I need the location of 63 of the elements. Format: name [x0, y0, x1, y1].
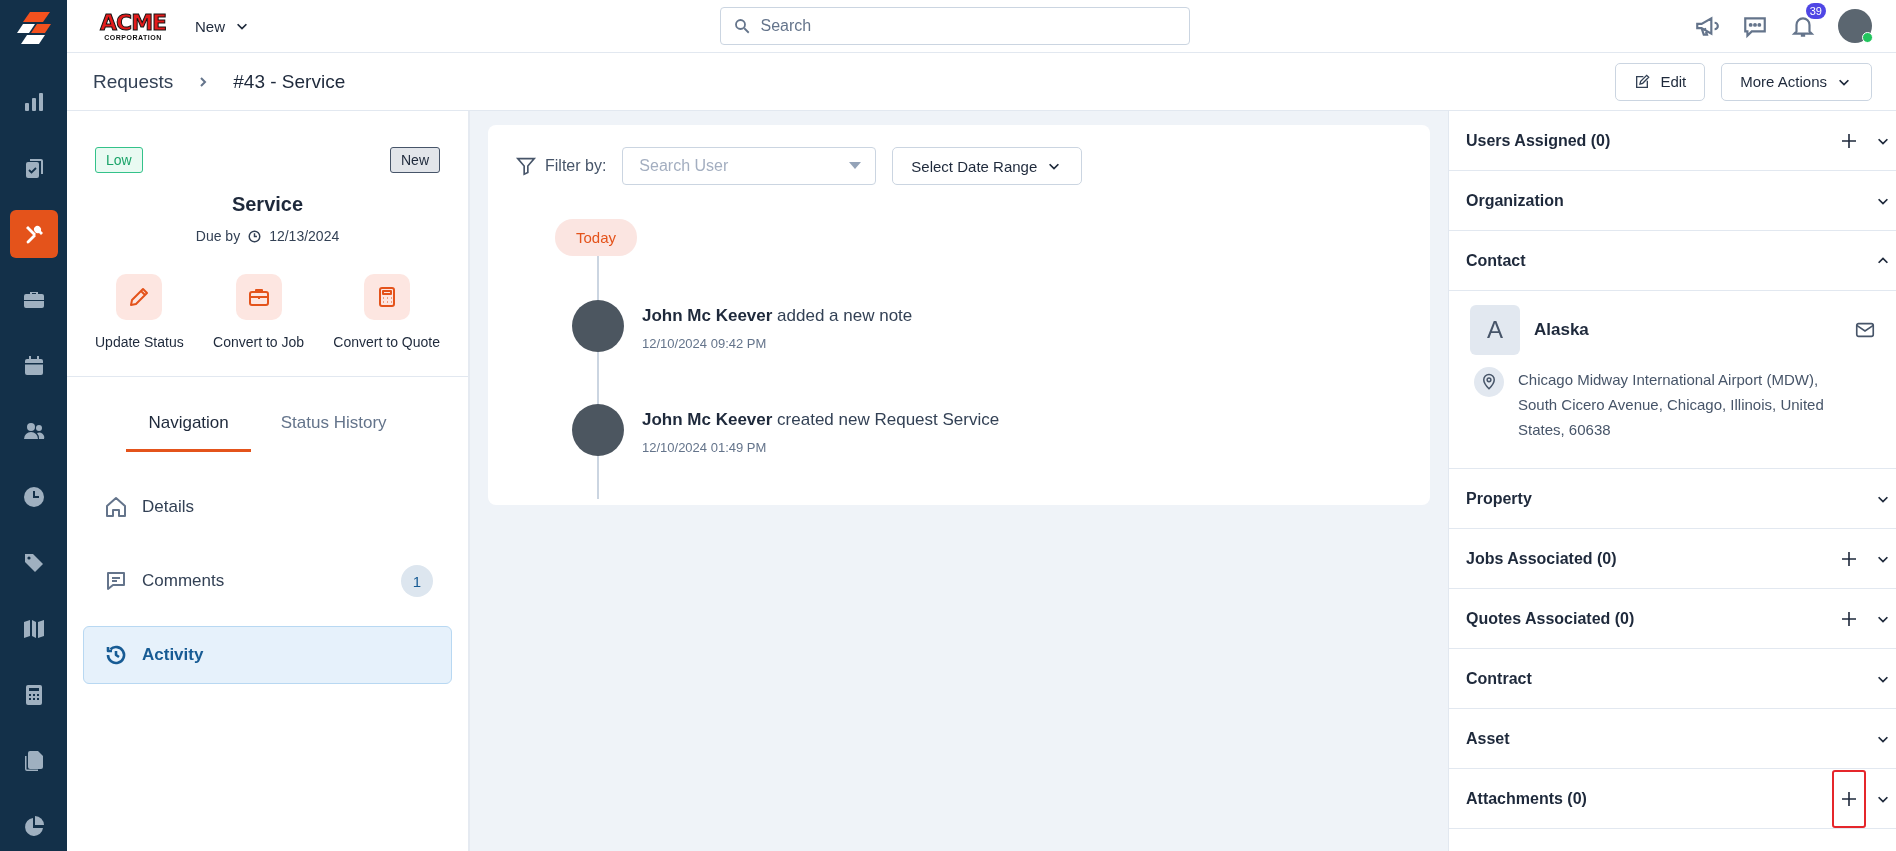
contact-initial-avatar: A — [1470, 305, 1520, 355]
panel-header[interactable]: Organization — [1449, 171, 1896, 231]
activity-text: John Mc Keever created new Request Service — [642, 410, 1000, 430]
filter-label: Filter by: — [545, 157, 607, 175]
navigation-label: Activity — [142, 645, 204, 665]
filter-icon — [515, 155, 537, 177]
panel-header[interactable]: Asset — [1449, 709, 1896, 769]
contact-name: Alaska — [1534, 320, 1590, 340]
navigation-item[interactable]: Comments 1 — [83, 552, 452, 610]
location-pin-icon — [1480, 373, 1498, 391]
tab[interactable]: Status History — [258, 413, 409, 452]
activity-time: 12/10/2024 09:42 PM — [642, 336, 768, 351]
due-label: Due by — [195, 228, 241, 244]
plus-icon — [1841, 132, 1857, 149]
avatar-placeholder — [572, 300, 624, 352]
history-icon — [104, 643, 128, 667]
plus-icon — [1841, 790, 1857, 807]
breadcrumb-link[interactable]: Requests — [93, 70, 174, 93]
clock-icon — [21, 485, 46, 510]
avatar-placeholder — [572, 404, 624, 456]
search-icon — [732, 17, 751, 35]
due-date: 12/13/2024 — [269, 228, 340, 244]
contact-address: Chicago Midway International Airport (MDW), South Cicero Avenue, Chicago, Illinois, United States, 60638 — [1518, 370, 1825, 440]
status-tag: New — [390, 147, 440, 173]
quick-action-button[interactable]: Convert to Job — [213, 274, 305, 350]
clock-icon — [248, 229, 262, 243]
count-badge: 1 — [401, 565, 433, 597]
user-avatar[interactable] — [1838, 9, 1872, 43]
quick-action-button[interactable]: Update Status — [95, 274, 184, 350]
search-field[interactable]: Search — [719, 7, 1190, 45]
panel-header[interactable]: Property — [1449, 469, 1896, 529]
panel-header[interactable]: Jobs Associated (0) — [1449, 529, 1896, 589]
navigation-label: Comments — [142, 571, 225, 591]
activity-text: John Mc Keever added a new note — [642, 306, 913, 326]
activity-time: 12/10/2024 01:49 PM — [642, 440, 768, 455]
tab[interactable]: Navigation — [126, 413, 251, 452]
priority-tag: Low — [95, 147, 143, 173]
panel-header[interactable]: Quotes Associated (0) — [1449, 589, 1896, 649]
comment-icon — [104, 569, 128, 593]
notification-badge: 39 — [1805, 3, 1826, 19]
date-range-button[interactable]: Select Date Range — [892, 147, 1083, 185]
edit-button[interactable]: Edit — [1615, 62, 1706, 101]
navigation-item[interactable]: Activity — [83, 626, 452, 684]
add-button[interactable] — [1830, 767, 1868, 830]
plus-icon — [1841, 610, 1857, 627]
day-label: Today — [555, 219, 638, 256]
panel-header[interactable]: Contract — [1449, 649, 1896, 709]
navigation-label: Details — [142, 497, 194, 517]
caret-icon — [849, 162, 862, 170]
panel-header[interactable]: Contact — [1449, 231, 1896, 291]
edit-icon — [1634, 73, 1651, 90]
navigation-item[interactable]: Details — [83, 478, 452, 536]
search-input[interactable]: Search — [758, 16, 1177, 36]
quick-action-button[interactable]: Convert to Quote — [333, 274, 440, 350]
home-icon — [104, 495, 128, 519]
panel-header[interactable]: Users Assigned (0) — [1449, 111, 1896, 171]
more-actions-button[interactable]: More Actions — [1721, 62, 1872, 101]
request-title: Service — [231, 193, 304, 216]
panel-header[interactable]: Attachments (0) — [1449, 769, 1896, 829]
sidebar-item[interactable] — [9, 209, 58, 258]
user-select-field[interactable]: Search User — [622, 147, 877, 185]
plus-icon — [1841, 550, 1857, 567]
page-title: #43 - Service — [233, 70, 346, 93]
